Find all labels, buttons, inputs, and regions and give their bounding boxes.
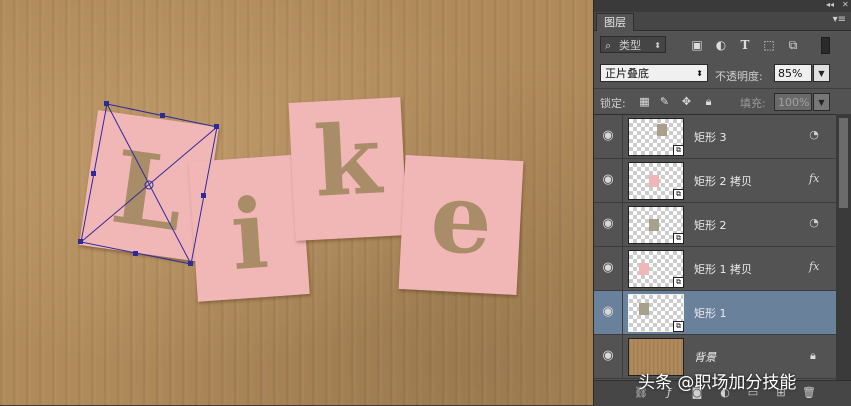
layer-row[interactable]: ◉ ⧉ 矩形 2 拷贝 fx (594, 159, 836, 203)
layer-thumbnail[interactable]: ⧉ (628, 250, 684, 288)
opacity-label: 不透明度: (715, 70, 763, 83)
eye-icon[interactable]: ◉ (601, 261, 615, 275)
eye-icon[interactable]: ◉ (601, 173, 615, 187)
eye-icon[interactable]: ◉ (601, 217, 615, 231)
transform-handle (188, 261, 193, 266)
layer-name[interactable]: 矩形 2 (694, 217, 727, 233)
smart-object-badge-icon: ⧉ (673, 321, 684, 332)
image-filter-icon[interactable]: ▣ (690, 38, 704, 52)
transform-handle (201, 193, 206, 198)
smart-object-badge-icon: ⧉ (673, 277, 684, 288)
close-panel-icon[interactable]: ✕ (842, 0, 849, 9)
lock-image-icon[interactable]: ✎ (658, 95, 671, 108)
lock-transparent-icon[interactable]: ▦ (638, 95, 651, 108)
blend-mode-select[interactable]: 正片叠底 ⬍ (600, 64, 708, 82)
layers-panel: ◂◂ ✕ 图层 ▾≡ ⌕ 类型 ⬍ ▣ ◐ T ⬚ ⧉ 正片叠底 ⬍ 不透明度:… (593, 0, 851, 406)
layer-style-icon[interactable]: ◔ (808, 217, 820, 229)
tab-layers[interactable]: 图层 (596, 13, 634, 31)
layer-filter-row: ⌕ 类型 ⬍ ▣ ◐ T ⬚ ⧉ (594, 32, 851, 58)
lock-all-icon[interactable]: 🔒︎ (702, 95, 715, 108)
smart-object-badge-icon: ⧉ (673, 233, 684, 244)
panel-title-strip: ◂◂ ✕ (594, 0, 851, 12)
opacity-dropdown-button[interactable]: ▼ (813, 64, 830, 82)
transform-handle (133, 251, 138, 256)
layer-list-scrollbar[interactable] (836, 114, 851, 380)
updown-arrow-icon: ⬍ (654, 41, 661, 50)
layer-row-selected[interactable]: ◉ ⧉ 矩形 1 (594, 291, 836, 335)
type-filter-icon[interactable]: T (738, 38, 752, 52)
lock-fill-row: 锁定: ▦ ✎ ✥ 🔒︎ 填充: 100% ▼ (594, 88, 851, 115)
transform-diagonal (80, 126, 218, 243)
watermark: 头条 @职场加分技能 (638, 373, 797, 393)
layer-name[interactable]: 矩形 1 拷贝 (694, 261, 752, 277)
transform-handle (214, 124, 219, 129)
fx-icon[interactable]: fx (809, 260, 819, 273)
document-canvas[interactable]: L i k e (0, 0, 593, 405)
filter-toggle-switch[interactable] (821, 37, 830, 54)
lock-position-icon[interactable]: ✥ (680, 95, 693, 108)
panel-menu-icon[interactable]: ▾≡ (833, 14, 846, 25)
blend-opacity-row: 正片叠底 ⬍ 不透明度: 85% ▼ (594, 60, 851, 86)
layer-thumbnail[interactable]: ⧉ (628, 206, 684, 244)
layer-list: ◉ ⧉ 矩形 3 ◔ ◉ ⧉ 矩形 2 拷贝 fx ◉ ⧉ 矩形 2 ◔ ◉ ⧉… (594, 114, 836, 381)
eye-icon[interactable]: ◉ (601, 349, 615, 363)
adjustment-filter-icon[interactable]: ◐ (714, 38, 728, 52)
updown-arrow-icon: ⬍ (696, 69, 703, 78)
layer-row[interactable]: ◉ ⧉ 矩形 2 ◔ (594, 203, 836, 247)
fill-label: 填充: (740, 97, 766, 110)
fx-icon[interactable]: fx (809, 172, 819, 185)
double-chevron-left-icon[interactable]: ◂◂ (826, 0, 834, 9)
shape-filter-icon[interactable]: ⬚ (762, 38, 776, 52)
lock-label: 锁定: (600, 97, 626, 110)
layer-name[interactable]: 矩形 2 拷贝 (694, 173, 752, 189)
eye-icon[interactable]: ◉ (601, 129, 615, 143)
scrollbar-thumb[interactable] (839, 118, 848, 208)
smart-object-filter-icon[interactable]: ⧉ (786, 38, 800, 52)
fill-dropdown-button[interactable]: ▼ (813, 93, 830, 111)
lock-icon: 🔒︎ (810, 349, 816, 362)
opacity-input[interactable]: 85% (774, 64, 812, 82)
transform-handle (104, 101, 109, 106)
layer-row[interactable]: ◉ ⧉ 矩形 3 ◔ (594, 115, 836, 159)
transform-handle (160, 113, 165, 118)
filter-kind-label: 类型 (619, 39, 641, 52)
layer-thumbnail[interactable]: ⧉ (628, 294, 684, 332)
layer-thumbnail[interactable]: ⧉ (628, 118, 684, 156)
layer-name[interactable]: 矩形 3 (694, 129, 727, 145)
fill-input[interactable]: 100% (774, 93, 812, 111)
blend-mode-value: 正片叠底 (605, 67, 649, 80)
filter-kind-select[interactable]: ⌕ 类型 ⬍ (600, 36, 666, 53)
eye-icon[interactable]: ◉ (601, 305, 615, 319)
layer-row[interactable]: ◉ ⧉ 矩形 1 拷贝 fx (594, 247, 836, 291)
layer-name[interactable]: 矩形 1 (694, 305, 727, 321)
trash-icon[interactable]: 🗑︎ (802, 387, 816, 399)
panel-tab-bar: 图层 ▾≡ (594, 12, 851, 31)
transform-handle (78, 239, 83, 244)
free-transform-box[interactable] (0, 0, 593, 405)
smart-object-badge-icon: ⧉ (673, 189, 684, 200)
search-icon: ⌕ (605, 39, 612, 52)
transform-handle (91, 171, 96, 176)
smart-object-badge-icon: ⧉ (673, 145, 684, 156)
layer-thumbnail[interactable]: ⧉ (628, 162, 684, 200)
layer-name[interactable]: 背景 (694, 349, 716, 365)
layer-style-icon[interactable]: ◔ (808, 129, 820, 141)
